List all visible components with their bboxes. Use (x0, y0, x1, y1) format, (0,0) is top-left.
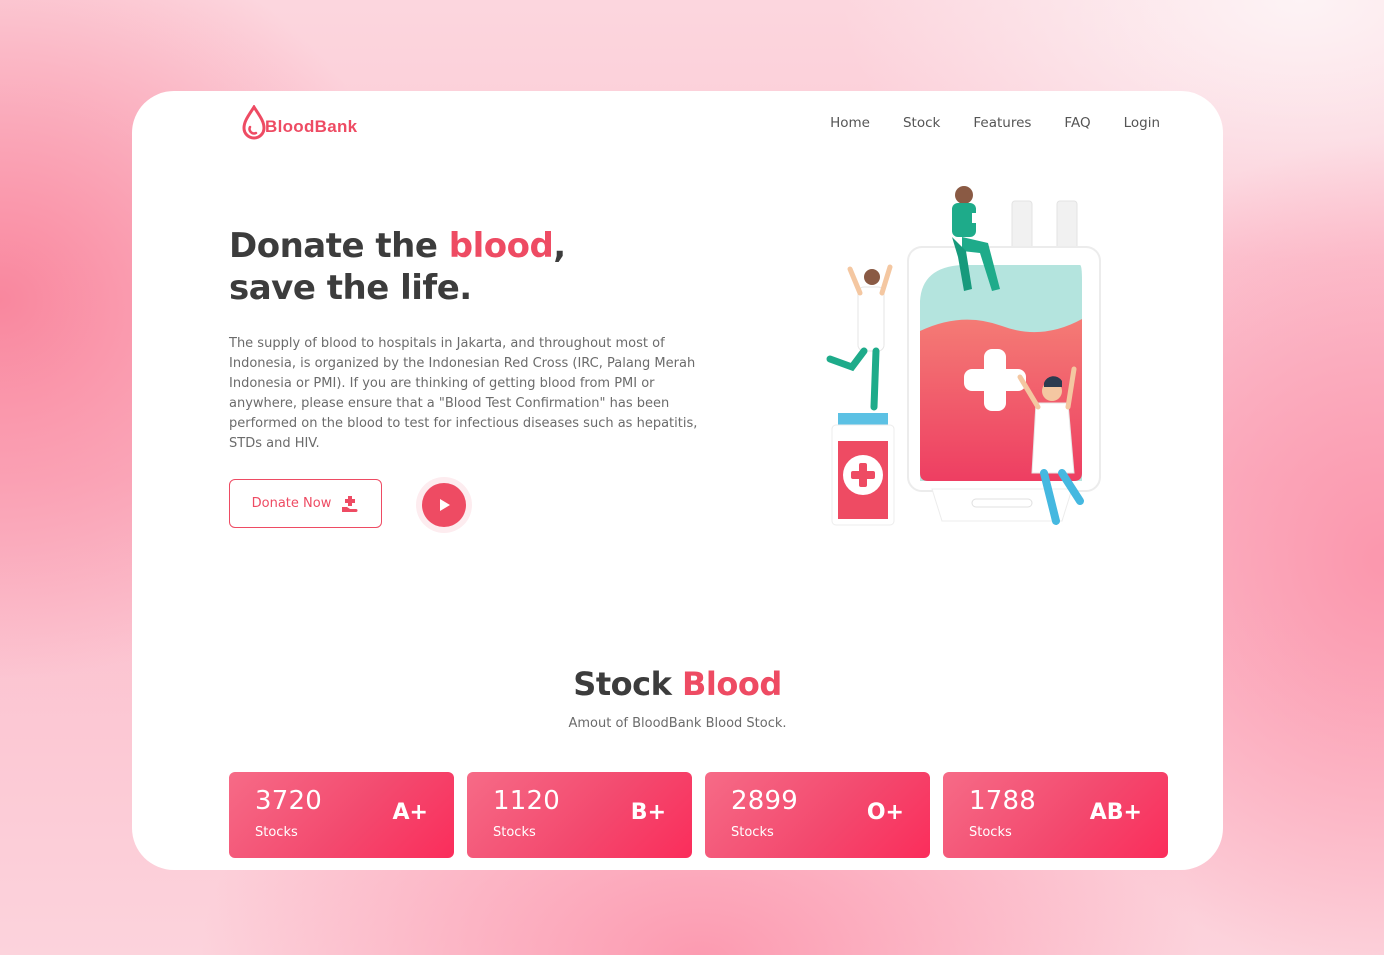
stock-title-part1: Stock (573, 665, 682, 703)
stock-count: 2899 (731, 786, 798, 816)
stock-card-o-plus[interactable]: 2899 Stocks O+ (705, 772, 930, 858)
donate-now-button[interactable]: Donate Now (229, 479, 382, 528)
stock-unit: Stocks (255, 825, 298, 840)
brand-name: BloodBank (265, 117, 358, 136)
nav-stock[interactable]: Stock (903, 115, 940, 131)
stock-unit: Stocks (731, 825, 774, 840)
blood-bag-illustration (826, 186, 1101, 526)
donate-now-label: Donate Now (251, 496, 332, 511)
stock-count: 1120 (493, 786, 560, 816)
hero-title-part2: , (553, 226, 566, 266)
nav-login[interactable]: Login (1124, 115, 1160, 131)
stock-unit: Stocks (493, 825, 536, 840)
blood-drop-icon (242, 105, 266, 140)
nav-faq[interactable]: FAQ (1064, 115, 1090, 131)
stock-subtitle: Amout of BloodBank Blood Stock. (568, 716, 787, 731)
blood-type: O+ (866, 800, 904, 825)
hero-description: The supply of blood to hospitals in Jaka… (229, 336, 698, 451)
nav-home[interactable]: Home (830, 115, 870, 131)
hero-title-line2: save the life. (229, 268, 472, 308)
stock-count: 3720 (255, 786, 322, 816)
hero-title-accent: blood (448, 226, 554, 266)
main-nav: Home Stock Features FAQ Login (830, 115, 1160, 131)
stock-card-a-plus[interactable]: 3720 Stocks A+ (229, 772, 454, 858)
logo[interactable]: BloodBank (241, 105, 357, 141)
hand-donate-icon (342, 495, 358, 512)
stock-unit: Stocks (969, 825, 1012, 840)
stock-title: Stock Blood (132, 665, 1223, 703)
stock-title-accent: Blood (681, 665, 782, 703)
hero-title: Donate the blood, save the life. (229, 225, 566, 309)
stock-card-b-plus[interactable]: 1120 Stocks B+ (467, 772, 692, 858)
stock-card-ab-plus[interactable]: 1788 Stocks AB+ (943, 772, 1168, 858)
play-icon (440, 499, 450, 511)
blood-type: B+ (630, 800, 666, 825)
blood-type: A+ (392, 800, 428, 825)
stock-cards: 3720 Stocks A+ 1120 Stocks B+ 2899 Stock… (229, 772, 1168, 858)
blood-type: AB+ (1089, 800, 1142, 825)
hero-title-part1: Donate the (229, 226, 449, 266)
play-video-button[interactable] (422, 483, 466, 527)
nav-features[interactable]: Features (973, 115, 1031, 131)
stock-count: 1788 (969, 786, 1036, 816)
main-card: BloodBank Home Stock Features FAQ Login … (132, 91, 1223, 870)
